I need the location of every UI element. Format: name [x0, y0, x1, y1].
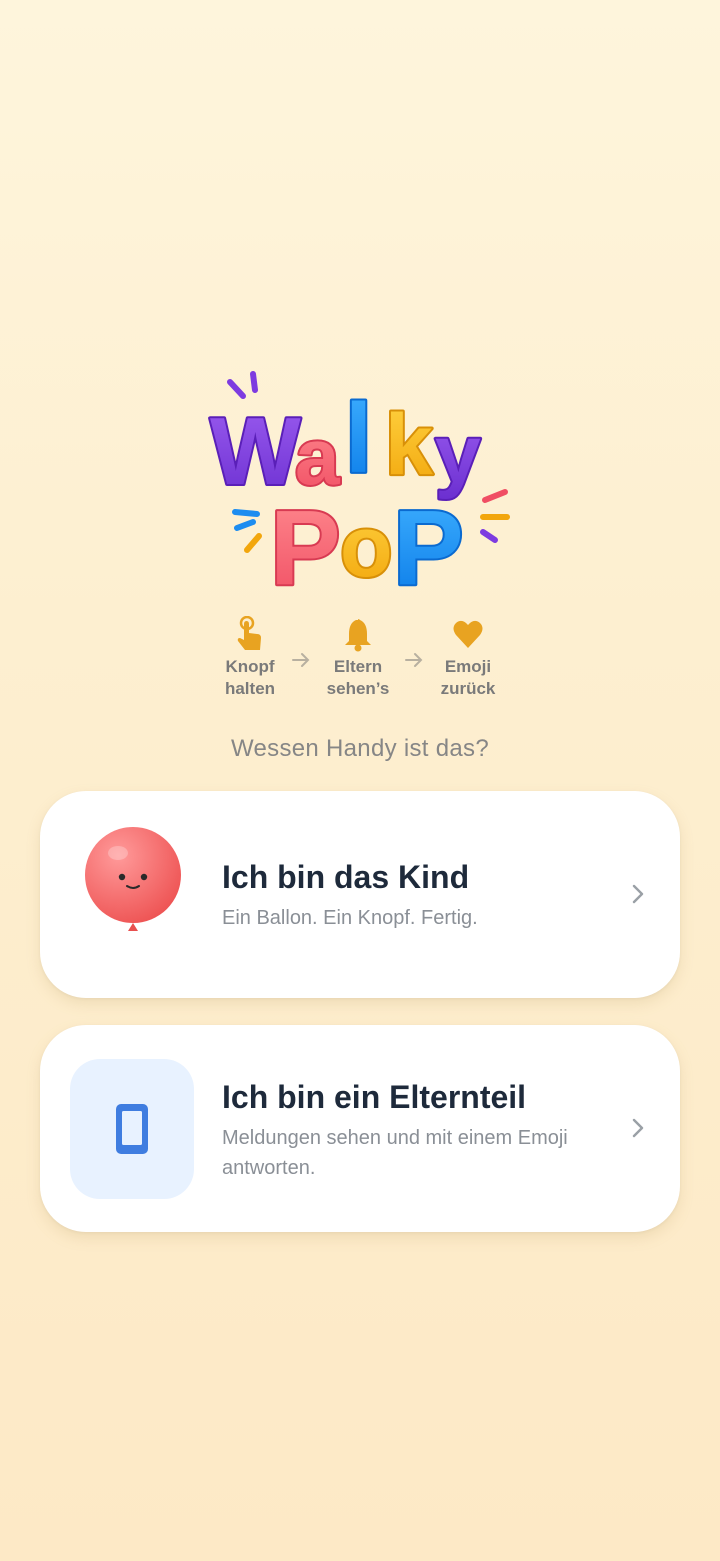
bell-icon: [345, 619, 371, 652]
svg-text:y: y: [435, 409, 481, 500]
heart-icon: [453, 620, 483, 648]
step-emoji-zurueck: Emoji zurück: [413, 616, 523, 700]
step-eltern-sehens: Eltern sehen’s: [303, 616, 413, 700]
svg-text:l: l: [345, 383, 372, 493]
child-option-title: Ich bin das Kind: [222, 859, 470, 895]
parent-option-card[interactable]: Ich bin ein Elternteil Meldungen sehen u…: [40, 1025, 680, 1232]
parent-option-title: Ich bin ein Elternteil: [222, 1079, 527, 1115]
chevron-right-icon: [632, 884, 644, 904]
svg-text:o: o: [340, 499, 393, 595]
step-label: Emoji zurück: [440, 657, 496, 698]
svg-text:P: P: [393, 489, 464, 602]
arrow-right-icon: [405, 653, 423, 667]
phone-tile: [70, 1059, 194, 1199]
step-knopf-halten: Knopf halten: [195, 616, 305, 700]
balloon-icon: [85, 827, 181, 931]
phone-icon: [116, 1104, 148, 1154]
child-option-subtitle: Ein Ballon. Ein Knopf. Fertig.: [222, 907, 478, 929]
parent-option-subtitle: Meldungen sehen und mit einem Emoji antw…: [222, 1127, 568, 1179]
how-it-works-steps: Knopf halten Eltern sehen’s Emoji zurück: [0, 616, 720, 706]
child-option-card[interactable]: Ich bin das Kind Ein Ballon. Ein Knopf. …: [40, 791, 680, 998]
svg-text:k: k: [385, 397, 433, 493]
walkypop-logo: W a l k y P o P: [208, 371, 510, 602]
svg-text:P: P: [270, 489, 341, 602]
chevron-right-icon: [632, 1118, 644, 1138]
step-label: Knopf halten: [224, 657, 276, 698]
svg-text:a: a: [295, 412, 340, 501]
step-label: Eltern sehen’s: [326, 657, 390, 698]
question-text: Wessen Handy ist das?: [231, 735, 489, 762]
tap-hand-icon: [237, 616, 261, 650]
arrow-right-icon: [292, 653, 310, 667]
